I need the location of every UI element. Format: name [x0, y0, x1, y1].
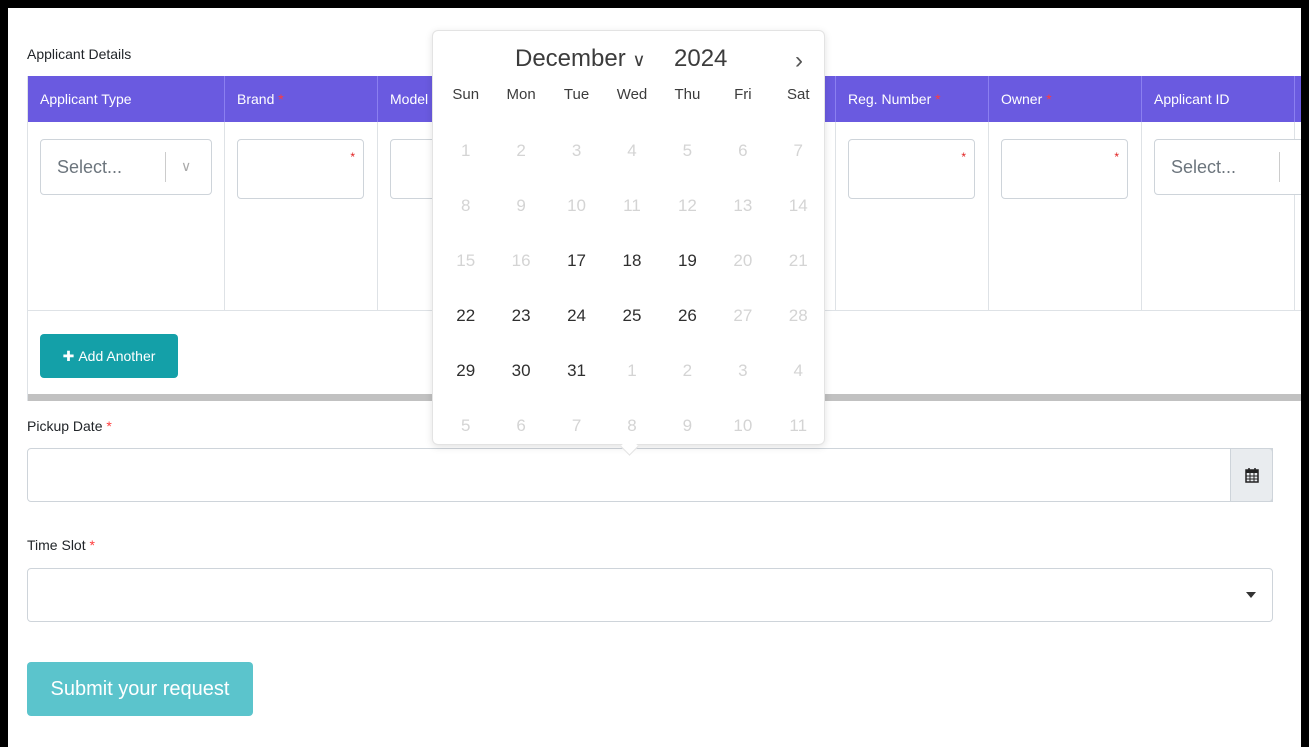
form-container: Applicant Details Applicant Type Brand *… [8, 8, 1301, 747]
month-select[interactable]: December ∨ [515, 45, 646, 73]
pickup-date-input[interactable] [27, 448, 1273, 502]
calendar-day: 16 [511, 251, 531, 270]
calendar-day: 1 [460, 141, 471, 160]
next-month-icon[interactable]: › [795, 47, 803, 75]
calendar-week: 15 16 17 18 19 20 21 [433, 251, 826, 271]
calendar-day: 8 [627, 416, 637, 435]
calendar-week: 22 23 24 25 26 27 28 [433, 306, 826, 326]
applicant-id-select[interactable]: Select... [1154, 139, 1301, 195]
section-title: Applicant Details [27, 46, 132, 62]
owner-input[interactable]: * [1001, 139, 1128, 199]
brand-input[interactable]: * [237, 139, 364, 199]
calendar-day: 7 [793, 141, 803, 160]
header-brand: Brand * [225, 76, 378, 122]
calendar-day[interactable]: 17 [549, 251, 604, 271]
time-slot-label: Time Slot * [27, 537, 95, 553]
calendar-day: 5 [460, 416, 471, 435]
calendar-day: 9 [682, 416, 693, 435]
calendar-icon[interactable] [1230, 448, 1273, 502]
calendar-week: 1 2 3 4 5 6 7 [433, 141, 826, 161]
calendar-day[interactable]: 23 [493, 306, 548, 326]
calendar-day: 6 [516, 416, 526, 435]
calendar-day[interactable]: 25 [604, 306, 659, 326]
header-applicant-id: Applicant ID [1142, 76, 1295, 122]
calendar-day: 2 [682, 361, 693, 380]
calendar-day: 6 [738, 141, 748, 160]
calendar-day[interactable]: 18 [604, 251, 659, 271]
calendar-day: 11 [623, 196, 641, 215]
calendar-day[interactable]: 30 [493, 361, 548, 381]
calendar-day: 10 [567, 196, 587, 215]
applicant-type-select[interactable]: Select... ∨ [40, 139, 212, 195]
calendar-day[interactable]: 29 [438, 361, 493, 381]
weekday-header: Sun Mon Tue Wed Thu Fri Sat [452, 86, 810, 103]
calendar-day: 12 [677, 196, 697, 215]
calendar-week: 29 30 31 1 2 3 4 [433, 361, 826, 381]
calendar-day: 9 [516, 196, 526, 215]
time-slot-select[interactable] [27, 568, 1273, 622]
calendar-day: 28 [788, 306, 808, 325]
pickup-date-label: Pickup Date * [27, 418, 112, 434]
calendar-day[interactable]: 31 [549, 361, 604, 381]
header-reg-number: Reg. Number * [836, 76, 989, 122]
calendar-day: 15 [456, 251, 476, 270]
calendar-day: 27 [733, 306, 753, 325]
calendar-day: 21 [788, 251, 808, 270]
calendar-day: 11 [789, 416, 808, 435]
calendar-day: 3 [738, 361, 748, 380]
year-label[interactable]: 2024 [674, 45, 727, 73]
header-owner: Owner * [989, 76, 1142, 122]
calendar-day: 20 [733, 251, 753, 270]
calendar-day: 2 [516, 141, 526, 160]
chevron-down-icon[interactable]: ∨ [181, 158, 191, 175]
calendar-day: 4 [793, 361, 803, 380]
submit-button[interactable]: Submit your request [27, 662, 253, 716]
calendar-week: 8 9 10 11 12 13 14 [433, 196, 826, 216]
calendar-day: 1 [627, 361, 637, 380]
reg-number-input[interactable]: * [848, 139, 975, 199]
header-applicant-type: Applicant Type [28, 76, 225, 122]
caret-down-icon [1246, 592, 1256, 598]
calendar-day: 10 [733, 416, 753, 435]
calendar-day: 14 [788, 196, 808, 215]
calendar-day: 8 [460, 196, 471, 215]
plus-icon: ✚ [62, 347, 75, 364]
date-picker: December ∨ 2024 › Sun Mon Tue Wed Thu Fr… [432, 30, 826, 456]
calendar-day[interactable]: 22 [438, 306, 493, 326]
calendar-day[interactable]: 26 [660, 306, 715, 326]
calendar-day: 13 [733, 196, 753, 215]
add-another-button[interactable]: ✚ Add Another [40, 334, 178, 378]
calendar-week: 5 6 7 8 9 10 11 [433, 416, 826, 436]
calendar-day: 7 [571, 416, 582, 435]
calendar-day: 3 [571, 141, 582, 160]
chevron-down-icon: ∨ [632, 50, 646, 70]
calendar-day[interactable]: 24 [549, 306, 604, 326]
calendar-day: 4 [627, 141, 637, 160]
calendar-day[interactable]: 19 [660, 251, 715, 271]
calendar-day: 5 [682, 141, 693, 160]
